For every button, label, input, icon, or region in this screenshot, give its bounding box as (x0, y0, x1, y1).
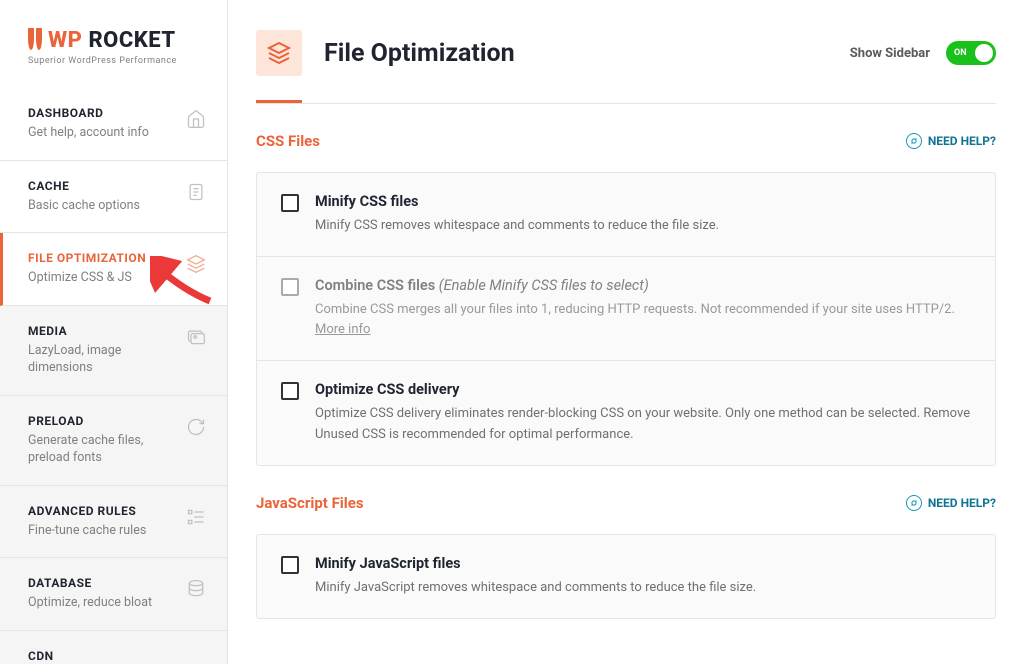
option-title: Minify JavaScript files (315, 555, 461, 572)
page-header: File Optimization Show Sidebar ON (256, 30, 996, 100)
toggle-knob (975, 44, 993, 62)
nav-desc: Get help, account info (28, 124, 149, 142)
nav-desc: Optimize, reduce bloat (28, 594, 152, 612)
sidebar-item-file-optimization[interactable]: FILE OPTIMIZATION Optimize CSS & JS (0, 233, 227, 306)
option-row: Optimize CSS delivery Optimize CSS delive… (257, 360, 995, 464)
layers-icon (267, 41, 291, 65)
header-right: Show Sidebar ON (850, 41, 996, 65)
page-title: File Optimization (324, 39, 515, 68)
more-info-link[interactable]: More info (315, 322, 370, 337)
nav-desc: Basic cache options (28, 197, 140, 215)
section-header-css: CSS Files NEED HELP? (256, 132, 996, 150)
help-icon (906, 495, 922, 511)
option-desc: Minify CSS removes whitespace and commen… (315, 216, 971, 236)
option-desc: Combine CSS merges all your files into 1… (315, 300, 971, 340)
option-row: Minify CSS files Minify CSS removes white… (257, 173, 995, 256)
logo-tagline: Superior WordPress Performance (28, 56, 207, 66)
toggle-state: ON (954, 48, 967, 58)
home-icon (185, 108, 207, 130)
nav-list: DASHBOARD Get help, account info CACHE Basi… (0, 88, 227, 664)
sidebar-item-advanced-rules[interactable]: ADVANCED RULES Fine-tune cache rules (0, 486, 227, 559)
logo-wp: WP (48, 28, 82, 53)
checkbox[interactable] (281, 382, 299, 400)
option-title: Optimize CSS delivery (315, 381, 459, 398)
checkbox[interactable] (281, 194, 299, 212)
need-help-label: NEED HELP? (928, 496, 996, 510)
option-row: Minify JavaScript files Minify JavaScript… (257, 535, 995, 618)
nav-title: ADVANCED RULES (28, 504, 146, 518)
nav-title: CDN (28, 649, 54, 663)
show-sidebar-toggle[interactable]: ON (946, 41, 996, 65)
need-help-js[interactable]: NEED HELP? (906, 495, 996, 511)
page-icon (256, 30, 302, 76)
option-desc: Optimize CSS delivery eliminates render-… (315, 404, 971, 444)
page-header-left: File Optimization (256, 30, 515, 76)
nav-title: FILE OPTIMIZATION (28, 251, 146, 265)
nav-title: PRELOAD (28, 414, 185, 428)
sidebar-item-dashboard[interactable]: DASHBOARD Get help, account info (0, 88, 227, 161)
css-options-box: Minify CSS files Minify CSS removes white… (256, 172, 996, 466)
images-icon (185, 326, 207, 348)
nav-desc: Generate cache files, preload fonts (28, 432, 185, 467)
section-title-css: CSS Files (256, 132, 320, 150)
layers-icon (185, 253, 207, 275)
sidebar-item-media[interactable]: MEDIA LazyLoad, image dimensions (0, 306, 227, 396)
nav-title: CACHE (28, 179, 140, 193)
main-content: File Optimization Show Sidebar ON CSS Fi… (228, 0, 1024, 664)
nav-title: MEDIA (28, 324, 185, 338)
option-hint: (Enable Minify CSS files to select) (439, 277, 649, 294)
blank-icon (185, 651, 207, 664)
show-sidebar-label: Show Sidebar (850, 46, 930, 61)
option-desc: Minify JavaScript removes whitespace and… (315, 578, 971, 598)
logo: WP ROCKET (28, 28, 207, 54)
sidebar-item-database[interactable]: DATABASE Optimize, reduce bloat (0, 558, 227, 631)
nav-desc: LazyLoad, image dimensions (28, 342, 185, 377)
checkbox[interactable] (281, 556, 299, 574)
option-title: Combine CSS files (315, 277, 435, 294)
nav-desc: Optimize CSS & JS (28, 269, 146, 287)
section-css: CSS Files NEED HELP? Minify CSS filesMin… (256, 104, 996, 466)
rocket-flame-icon (28, 28, 42, 54)
checkbox (281, 278, 299, 296)
option-title: Minify CSS files (315, 193, 419, 210)
option-row: Combine CSS files (Enable Minify CSS fil… (257, 256, 995, 360)
section-header-js: JavaScript Files NEED HELP? (256, 494, 996, 512)
need-help-css[interactable]: NEED HELP? (906, 133, 996, 149)
sidebar-item-preload[interactable]: PRELOAD Generate cache files, preload fon… (0, 396, 227, 486)
doc-icon (185, 181, 207, 203)
js-options-box: Minify JavaScript files Minify JavaScript… (256, 534, 996, 619)
logo-rocket: ROCKET (88, 28, 175, 53)
sidebar: WP ROCKET Superior WordPress Performance… (0, 0, 228, 664)
nav-desc: Fine-tune cache rules (28, 522, 146, 540)
nav-title: DATABASE (28, 576, 152, 590)
nav-title: DASHBOARD (28, 106, 149, 120)
sidebar-item-cdn[interactable]: CDN (0, 631, 227, 664)
sidebar-item-cache[interactable]: CACHE Basic cache options (0, 161, 227, 234)
refresh-icon (185, 416, 207, 438)
logo-area: WP ROCKET Superior WordPress Performance (0, 0, 227, 88)
list-icon (185, 506, 207, 528)
help-icon (906, 133, 922, 149)
need-help-label: NEED HELP? (928, 134, 996, 148)
section-js: JavaScript Files NEED HELP? Minify JavaS… (256, 466, 996, 619)
section-title-js: JavaScript Files (256, 494, 364, 512)
db-icon (185, 578, 207, 600)
